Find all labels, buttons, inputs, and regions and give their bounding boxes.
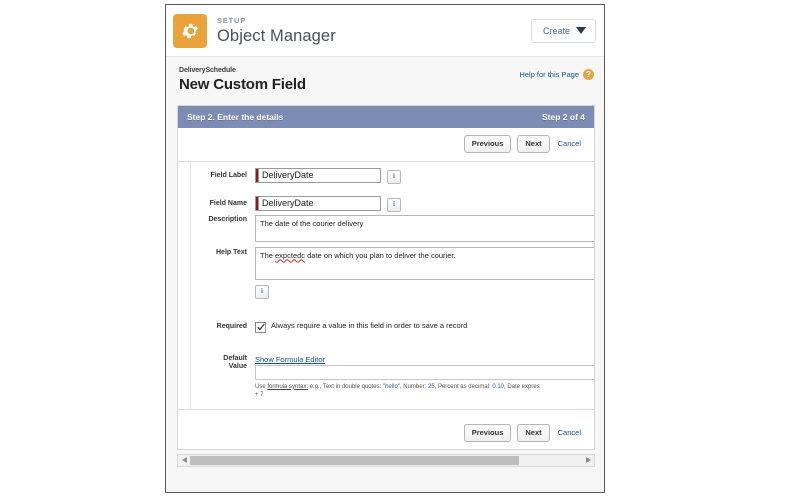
field-label-row: Field Label i xyxy=(178,167,594,184)
triangle-left-icon[interactable] xyxy=(178,457,190,464)
form-column-divider xyxy=(190,161,191,410)
help-text-textarea[interactable]: The expctedc date on which you plan to d… xyxy=(255,246,594,280)
wizard-step-title: Step 2. Enter the details xyxy=(187,112,284,123)
hint-part-4: , Percent as decimal: xyxy=(434,383,493,390)
page-body: DeliverySchedule New Custom Field Help f… xyxy=(166,57,604,492)
default-value-caption-line1: Default xyxy=(223,354,247,362)
show-formula-editor-link[interactable]: Show Formula Editor xyxy=(255,355,325,364)
required-caption: Required xyxy=(216,322,247,330)
required-checkbox-label: Always require a value in this field in … xyxy=(271,320,468,330)
create-button[interactable]: Create xyxy=(530,18,596,43)
default-value-caption-line2: Value xyxy=(228,363,247,371)
triangle-right-icon[interactable] xyxy=(582,457,594,464)
create-button-label: Create xyxy=(542,25,570,36)
default-value-row: Default Value Show Formula Editor Use fo… xyxy=(178,355,594,400)
hint-part-3: , Number: xyxy=(399,383,428,390)
page-title-group: DeliverySchedule New Custom Field xyxy=(179,67,519,93)
field-label-caption: Field Label xyxy=(210,171,247,179)
info-icon[interactable]: i xyxy=(255,284,269,299)
help-question-icon: ? xyxy=(583,69,594,80)
help-text-after: date on which you plan to deliver the co… xyxy=(305,250,456,260)
hint-literal-percent: 0.10 xyxy=(492,383,505,390)
scrollbar-track[interactable] xyxy=(190,455,582,466)
page-title-row: DeliverySchedule New Custom Field Help f… xyxy=(166,57,604,94)
hint-line-2: + 7 xyxy=(255,392,264,399)
wizard-pane: Step 2. Enter the details Step 2 of 4 Pr… xyxy=(177,105,595,419)
formula-syntax-hint: Use formula syntax: e.g., Text in double… xyxy=(255,383,594,400)
field-label-input-wrap xyxy=(255,167,381,183)
form-bottom-divider xyxy=(178,408,594,410)
required-row: Required Always require a value in this … xyxy=(178,319,594,333)
field-name-input-wrap xyxy=(255,195,381,211)
description-row: Description The date of the courier deli… xyxy=(178,214,594,242)
setup-window: SETUP Object Manager Create DeliverySche… xyxy=(165,4,605,493)
gear-icon xyxy=(173,13,207,48)
info-icon[interactable]: i xyxy=(387,169,401,184)
setup-app-title: Object Manager xyxy=(217,26,336,45)
next-button-top[interactable]: Next xyxy=(517,135,550,153)
field-name-row: Field Name i xyxy=(178,195,594,212)
wizard-step-counter: Step 2 of 4 xyxy=(542,112,585,123)
hint-part-2: e.g., Text in double quotes: xyxy=(308,383,383,390)
hint-literal-number: 25 xyxy=(427,383,435,390)
custom-field-form: Field Label i Field Name xyxy=(178,160,594,410)
chevron-down-icon xyxy=(576,27,586,34)
info-icon[interactable]: i xyxy=(387,197,401,212)
next-button-bottom[interactable]: Next xyxy=(517,424,550,442)
description-caption: Description xyxy=(208,215,247,223)
field-label-input[interactable] xyxy=(258,167,381,183)
wizard-top-button-row: Previous Next Cancel xyxy=(178,128,594,161)
field-name-input[interactable] xyxy=(258,195,381,211)
hint-part-5: , Date expres xyxy=(504,383,540,390)
previous-button-bottom[interactable]: Previous xyxy=(463,424,512,442)
help-text-row: Help Text The expctedc date on which you… xyxy=(178,246,594,299)
help-link-label: Help for this Page xyxy=(519,70,579,79)
breadcrumb[interactable]: DeliverySchedule xyxy=(179,67,519,75)
cancel-link-top[interactable]: Cancel xyxy=(556,136,585,151)
formula-syntax-link[interactable]: formula syntax: xyxy=(267,384,308,390)
hint-part-1: Use xyxy=(255,383,268,390)
wizard-bottom-button-row: Previous Next Cancel xyxy=(177,418,595,450)
wizard-step-bar: Step 2. Enter the details Step 2 of 4 xyxy=(178,106,594,129)
page-title: New Custom Field xyxy=(179,75,306,93)
horizontal-scrollbar[interactable] xyxy=(177,453,595,467)
setup-title-group: SETUP Object Manager xyxy=(217,17,531,44)
setup-header: SETUP Object Manager Create xyxy=(166,5,604,57)
hint-literal-text: "hello" xyxy=(382,383,400,390)
help-text-caption: Help Text xyxy=(216,248,247,256)
description-textarea[interactable]: The date of the courier delivery xyxy=(255,214,594,242)
setup-eyebrow: SETUP xyxy=(217,16,247,25)
help-text-misspelled-word: expctedc xyxy=(275,250,306,260)
help-text-before: The xyxy=(260,250,276,260)
scrollbar-thumb[interactable] xyxy=(190,455,520,465)
previous-button-top[interactable]: Previous xyxy=(463,135,512,153)
default-value-caption: Default Value xyxy=(191,355,255,373)
cancel-link-bottom[interactable]: Cancel xyxy=(556,425,585,440)
help-for-this-page-link[interactable]: Help for this Page ? xyxy=(519,69,594,80)
default-value-input[interactable] xyxy=(255,364,594,380)
field-name-caption: Field Name xyxy=(209,199,247,207)
required-checkbox[interactable] xyxy=(255,321,266,333)
